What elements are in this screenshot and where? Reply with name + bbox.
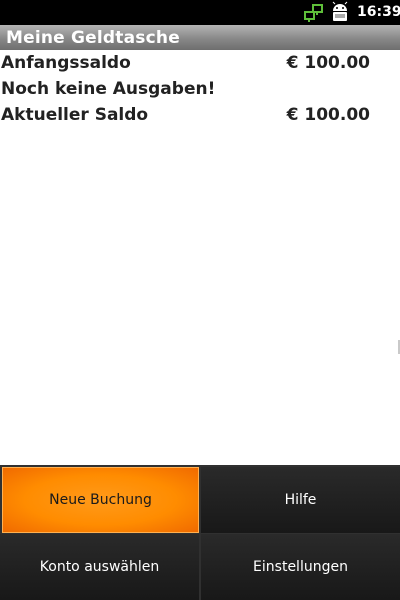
menu-item-label: Einstellungen — [253, 559, 348, 575]
android-robot-icon — [332, 1, 348, 21]
menu-item-settings[interactable]: Einstellungen — [201, 534, 400, 600]
no-expenses-row: Noch keine Ausgaben! — [0, 79, 400, 105]
clock: 16:39 — [357, 4, 400, 20]
current-balance-amount: € 100.00 — [286, 105, 370, 125]
no-expenses-label: Noch keine Ausgaben! — [1, 79, 216, 99]
menu-item-label: Hilfe — [284, 492, 317, 508]
starting-balance-row: Anfangssaldo € 100.00 — [0, 53, 400, 79]
menu-item-select-account[interactable]: Konto auswählen — [0, 534, 199, 600]
status-bar: 16:39 — [0, 0, 400, 25]
starting-balance-amount: € 100.00 — [286, 53, 370, 73]
menu-item-label: Konto auswählen — [39, 559, 160, 575]
menu-item-help[interactable]: Hilfe — [201, 467, 400, 533]
starting-balance-label: Anfangssaldo — [1, 53, 131, 73]
options-menu: Neue Buchung Hilfe Konto auswählen Einst… — [0, 465, 400, 600]
current-balance-row: Aktueller Saldo € 100.00 — [0, 105, 400, 131]
app-title: Meine Geldtasche — [6, 28, 180, 48]
current-balance-label: Aktueller Saldo — [1, 105, 149, 125]
menu-item-new-booking[interactable]: Neue Buchung — [2, 467, 199, 533]
menu-item-label: Neue Buchung — [49, 492, 152, 508]
network-sync-icon — [304, 4, 323, 22]
title-bar: Meine Geldtasche — [0, 25, 400, 50]
wallet-summary: Anfangssaldo € 100.00 Noch keine Ausgabe… — [0, 50, 400, 465]
